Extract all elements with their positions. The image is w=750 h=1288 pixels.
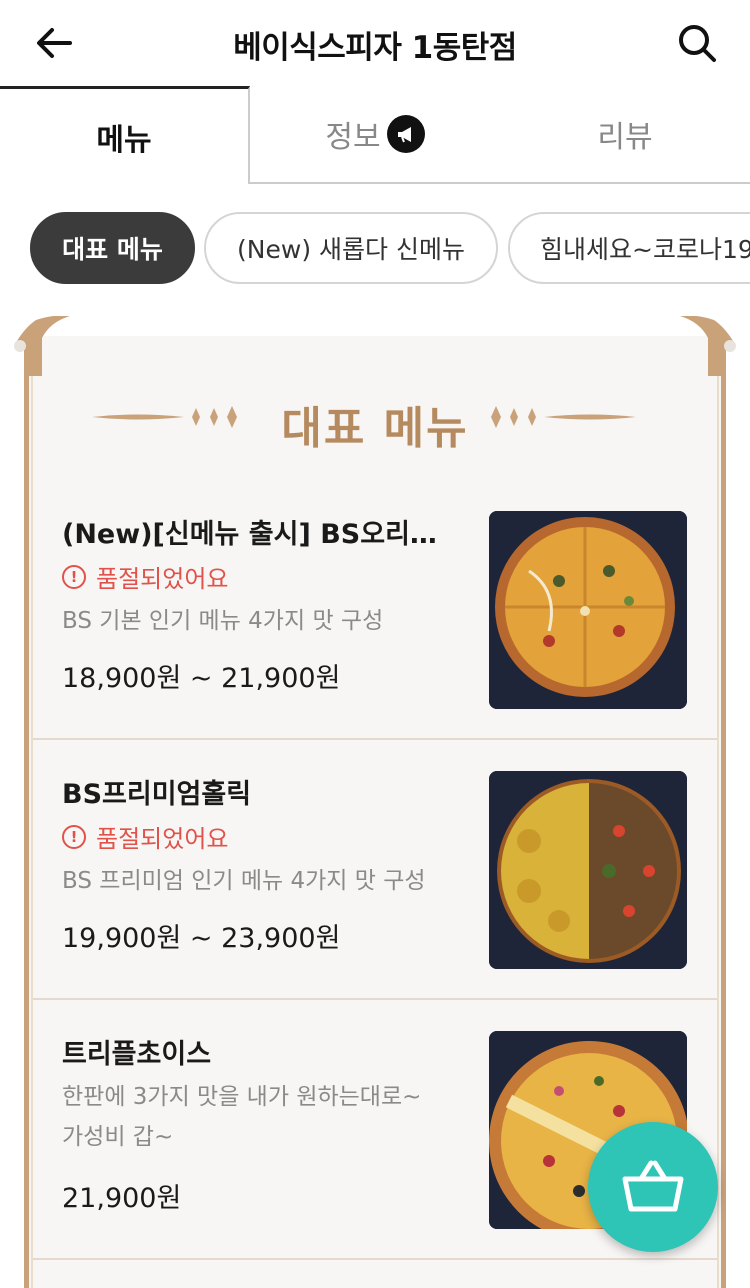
megaphone-icon — [386, 115, 425, 153]
right-ornament-icon — [491, 406, 636, 428]
chip-label: 대표 메뉴 — [62, 235, 163, 264]
menu-item-price: 21,900원 — [62, 1183, 182, 1214]
tab-menu[interactable]: 메뉴 — [0, 86, 250, 184]
soldout-label: 품절되었어요 — [96, 825, 229, 853]
section-title: 대표 메뉴 — [281, 403, 469, 454]
soldout-label: 품절되었어요 — [96, 565, 229, 593]
menu-item-description: 가성비 갑~ — [62, 1124, 174, 1150]
menu-item-name: (New)[신메뉴 출시] BS오리지널 — [62, 519, 452, 550]
search-icon[interactable] — [672, 18, 722, 68]
menu-item[interactable]: BS프리미엄홀릭 ! 품절되었어요 BS 프리미엄 인기 메뉴 4가지 맛 구성… — [33, 740, 717, 1000]
menu-item-description: BS 프리미엄 인기 메뉴 4가지 맛 구성 — [62, 868, 426, 894]
tab-review[interactable]: 리뷰 — [500, 86, 750, 184]
chip-new-menu[interactable]: (New) 새롭다 신메뉴 — [204, 212, 498, 284]
chip-label: 힘내세요~코로나19 — [540, 235, 750, 264]
tab-menu-label: 메뉴 — [96, 122, 152, 158]
panel-corner-ornaments — [14, 316, 736, 376]
chip-representative[interactable]: 대표 메뉴 — [30, 212, 195, 284]
soldout-status: ! 품절되었어요 — [62, 819, 228, 854]
soldout-status: ! 품절되었어요 — [62, 559, 228, 594]
menu-item-photo — [489, 511, 687, 709]
category-chips: 대표 메뉴 (New) 새롭다 신메뉴 힘내세요~코로나19 — [0, 212, 750, 286]
app-header: 베이식스피자 1동탄점 — [0, 0, 750, 86]
tab-review-label: 리뷰 — [597, 120, 653, 155]
menu-item-price: 19,900원 ~ 23,900원 — [62, 923, 341, 954]
menu-item-description: BS 기본 인기 메뉴 4가지 맛 구성 — [62, 608, 384, 634]
menu-item-name: 트리플초이스 — [62, 1039, 212, 1070]
tab-info-label: 정보 — [325, 120, 381, 155]
menu-item-name: BS프리미엄홀릭 — [62, 779, 252, 810]
section-header: 대표 메뉴 — [0, 392, 750, 454]
cart-button[interactable] — [588, 1122, 718, 1252]
alert-icon: ! — [62, 824, 86, 849]
basket-icon — [622, 1160, 684, 1212]
chip-label: (New) 새롭다 신메뉴 — [237, 235, 465, 264]
menu-item-photo — [489, 771, 687, 969]
tab-bar: 메뉴 정보 리뷰 — [0, 86, 750, 184]
menu-item-description: 한판에 3가지 맛을 내가 원하는대로~ — [62, 1084, 422, 1110]
alert-icon: ! — [62, 564, 86, 589]
menu-item[interactable]: (New)[신메뉴 출시] BS오리지널 ! 품절되었어요 BS 기본 인기 메… — [33, 480, 717, 740]
menu-item-price: 18,900원 ~ 21,900원 — [62, 663, 341, 694]
tab-info[interactable]: 정보 — [250, 86, 500, 184]
chip-covid[interactable]: 힘내세요~코로나19 — [508, 212, 750, 284]
page-title: 베이식스피자 1동탄점 — [233, 30, 517, 66]
